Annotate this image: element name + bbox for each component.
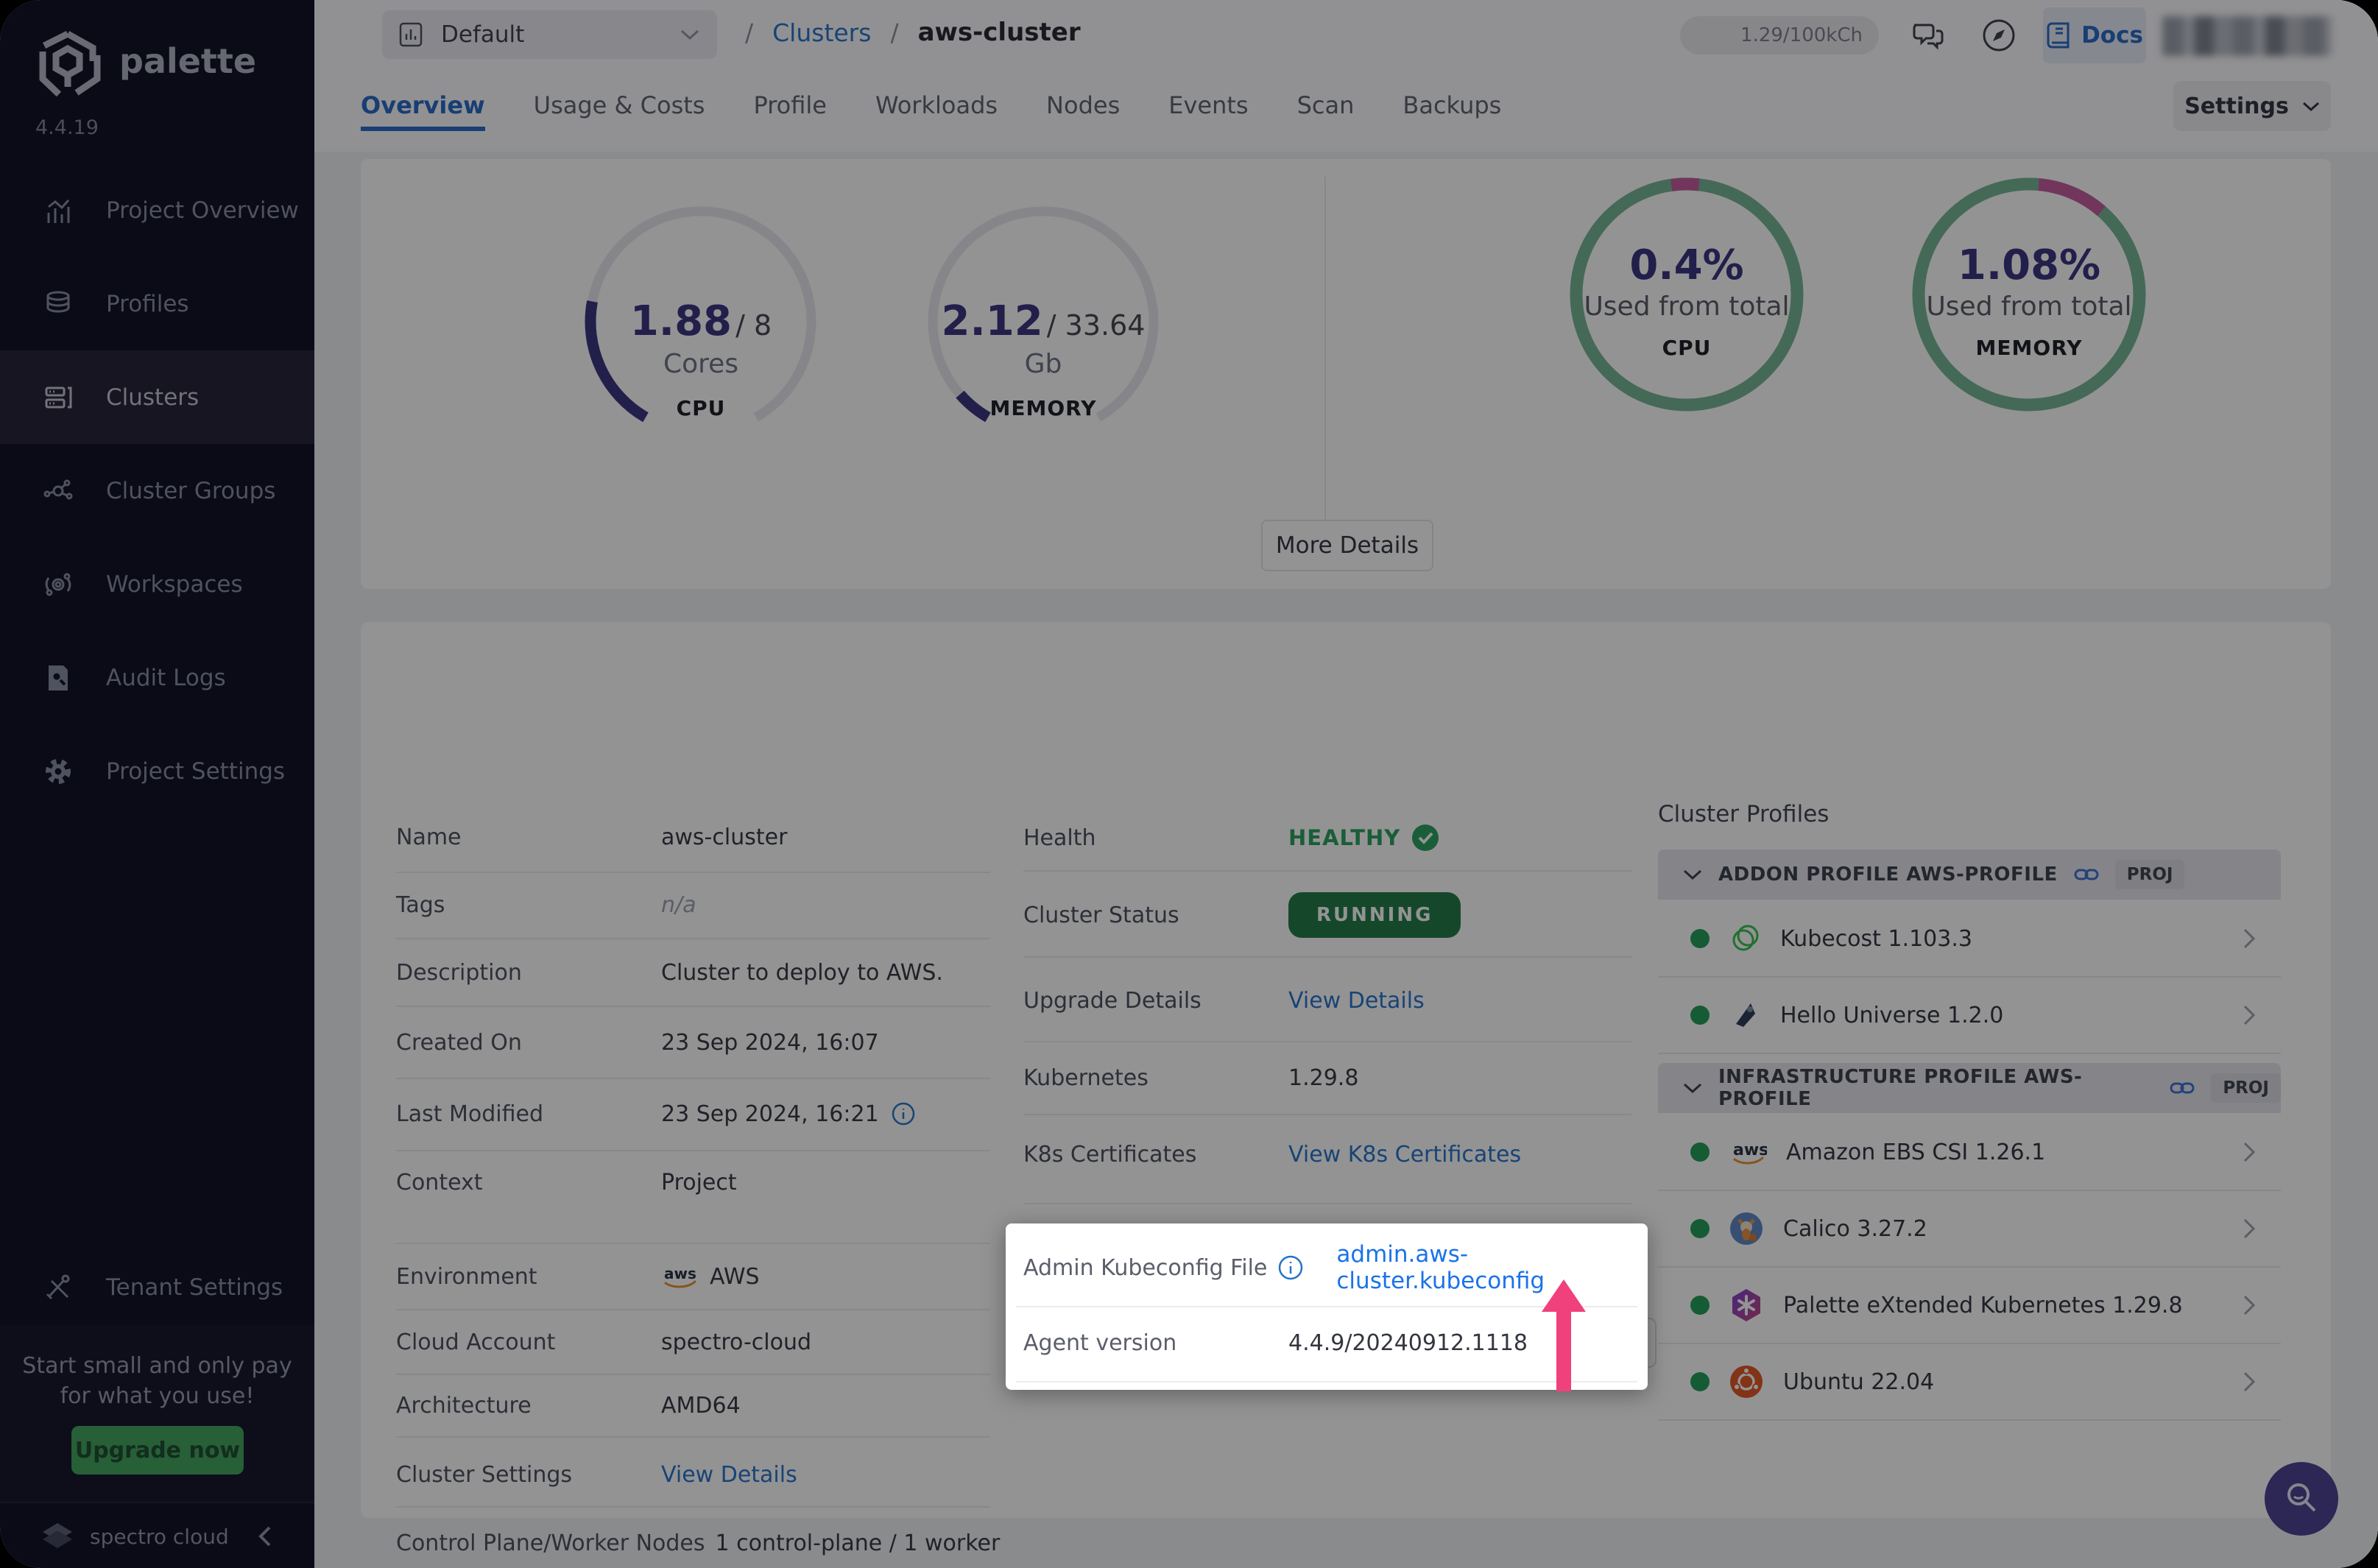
row-label: Admin Kubeconfig File bbox=[1023, 1254, 1268, 1281]
pointer-arrow bbox=[1542, 1279, 1586, 1391]
app-root: palette 4.4.19 Project Overview Profiles bbox=[0, 0, 2378, 1568]
row-value: 4.4.9/20240912.1118 bbox=[1288, 1329, 1528, 1356]
app-window: palette 4.4.19 Project Overview Profiles bbox=[0, 0, 2378, 1568]
row-label: Agent version bbox=[1023, 1329, 1177, 1356]
info-icon[interactable] bbox=[1277, 1254, 1304, 1281]
